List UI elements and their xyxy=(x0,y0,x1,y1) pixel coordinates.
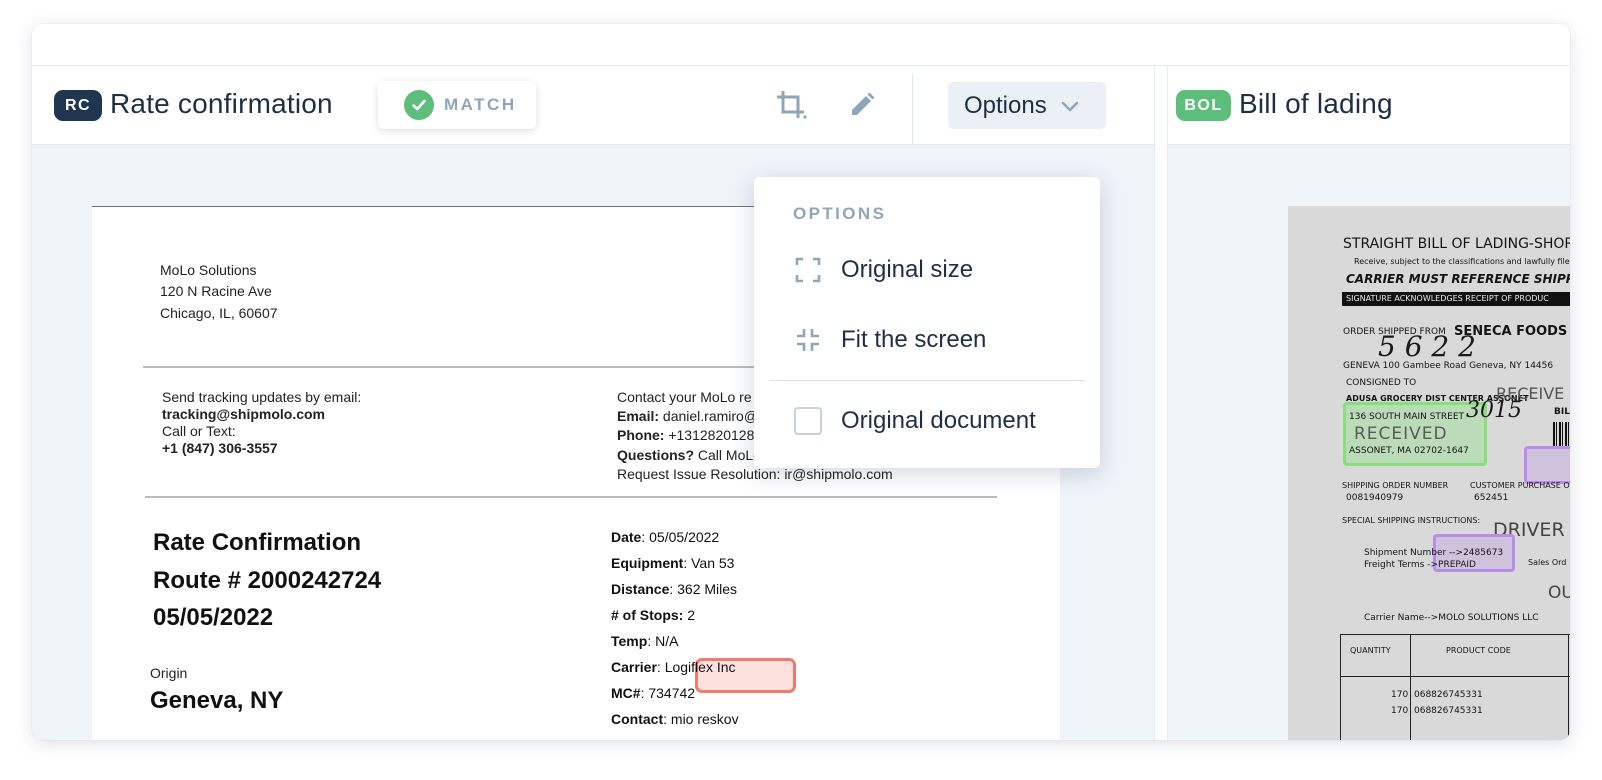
checkbox-wrap xyxy=(794,407,822,435)
table-column-line xyxy=(1568,634,1569,740)
contact-line: Contact your MoLo re xyxy=(617,389,752,405)
field-mc: MC#: 734742 xyxy=(611,685,696,701)
rc-badge: RC xyxy=(54,90,102,121)
bol-cpo: 652451 xyxy=(1474,493,1509,503)
field-stops: # of Stops: 2 xyxy=(611,607,696,623)
tracking-email: tracking@shipmolo.com xyxy=(162,406,326,422)
chevron-down-icon xyxy=(1061,101,1078,111)
table-header: QUANTITY xyxy=(1350,646,1391,655)
document-compare-card: RC Rate confirmation MATCH Options MoLo … xyxy=(32,24,1570,740)
pane-title: Bill of lading xyxy=(1239,88,1393,119)
bill-of-lading-header: BOL Bill of lading xyxy=(1168,66,1570,145)
tracking-phone: +1 (847) 306-3557 xyxy=(162,440,278,456)
field-equipment: Equipment: Van 53 xyxy=(611,555,735,571)
doc-heading: Rate Confirmation xyxy=(153,529,362,556)
pane-title: Rate confirmation xyxy=(110,88,333,119)
origin-value: Geneva, NY xyxy=(150,687,284,714)
field-temp: Temp: N/A xyxy=(611,633,679,649)
contact-resolution: Request Issue Resolution: ir@shipmolo.co… xyxy=(617,466,893,482)
checkbox-label: Original document xyxy=(841,407,1036,434)
dropdown-heading: OPTIONS xyxy=(793,204,887,223)
table-column-line xyxy=(1410,634,1411,740)
field-distance: Distance: 362 Miles xyxy=(611,581,738,597)
bol-subtitle: Receive, subject to the classifications … xyxy=(1354,257,1570,266)
dropdown-separator xyxy=(769,380,1085,381)
bol-badge: BOL xyxy=(1176,90,1231,121)
menu-item-label: Fit the screen xyxy=(841,326,987,353)
menu-item-fit-screen[interactable]: Fit the screen xyxy=(769,313,1085,367)
bol-received-stamp: RECEIVED xyxy=(1354,424,1448,444)
match-button[interactable]: MATCH xyxy=(378,81,536,129)
table-cell: 170 xyxy=(1391,690,1409,700)
rate-confirmation-header: RC Rate confirmation MATCH Options xyxy=(32,66,1154,145)
bol-city: ASSONET, MA 02702-1647 xyxy=(1349,446,1469,456)
company-line: Chicago, IL, 60607 xyxy=(160,305,278,321)
bol-consigned-to: CONSIGNED TO xyxy=(1346,378,1417,388)
tracking-line: Call or Text: xyxy=(162,423,236,439)
handwriting: 5 6 2 2 xyxy=(1378,330,1476,363)
bol-freight-terms: Freight Terms ->PREPAID xyxy=(1364,560,1476,570)
options-dropdown-button[interactable]: Options xyxy=(948,82,1106,129)
table-cell: 068826745331 xyxy=(1414,690,1483,700)
bol-sales: Sales Ord xyxy=(1528,558,1567,567)
bol-signature-bar: SIGNATURE ACKNOWLEDGES RECEIPT OF PRODUC xyxy=(1342,292,1570,306)
menu-item-original-size[interactable]: Original size xyxy=(769,243,1085,297)
company-line: 120 N Racine Ave xyxy=(160,283,272,299)
options-label: Options xyxy=(964,91,1047,119)
menu-item-label: Original size xyxy=(841,256,974,283)
compress-icon xyxy=(794,326,822,354)
pane-divider[interactable] xyxy=(1154,66,1168,740)
bol-shipment-number: Shipment Number -->2485673 xyxy=(1364,548,1504,558)
reference-match-highlight[interactable] xyxy=(1524,446,1570,484)
table-header: PRODUCT CODE xyxy=(1446,646,1511,655)
bol-title: STRAIGHT BILL OF LADING-SHORT xyxy=(1343,236,1570,252)
crop-icon[interactable] xyxy=(774,88,808,122)
field-carrier: Carrier: Logiflex Inc xyxy=(611,659,736,675)
bol-carrier-ref: CARRIER MUST REFERENCE SHIPPE xyxy=(1346,272,1570,286)
tracking-line: Send tracking updates by email: xyxy=(162,389,362,405)
contact-email: Email: daniel.ramiro@ xyxy=(617,408,759,424)
doc-heading: 05/05/2022 xyxy=(153,604,274,631)
table-cell: 068826745331 xyxy=(1414,706,1483,716)
table-row-line xyxy=(1340,676,1570,677)
bol-special: SPECIAL SHIPPING INSTRUCTIONS: xyxy=(1342,516,1481,525)
options-dropdown-menu: OPTIONS Original size Fit the screen Ori… xyxy=(754,177,1100,468)
doc-heading: Route # 2000242724 xyxy=(153,567,382,594)
rate-confirmation-pane: RC Rate confirmation MATCH Options MoLo … xyxy=(32,66,1154,740)
divider-line xyxy=(145,496,997,498)
bol-cpo-label: CUSTOMER PURCHASE OR xyxy=(1470,481,1570,490)
bol-bill: BILL xyxy=(1554,407,1570,417)
bol-street: 136 SOUTH MAIN STREET xyxy=(1349,412,1465,422)
bol-order-no-label: SHIPPING ORDER NUMBER xyxy=(1342,481,1449,490)
company-line: MoLo Solutions xyxy=(160,262,257,278)
field-contact: Contact: mio reskov xyxy=(611,711,739,727)
pencil-icon[interactable] xyxy=(845,88,879,122)
original-document-toggle[interactable]: Original document xyxy=(769,394,1085,448)
bol-order-no: 0081940979 xyxy=(1346,493,1404,503)
toolbar-separator xyxy=(912,74,913,144)
expand-icon xyxy=(794,256,822,284)
original-document-checkbox[interactable] xyxy=(794,407,822,435)
match-label: MATCH xyxy=(444,95,517,114)
field-date: Date: 05/05/2022 xyxy=(611,529,720,545)
bol-carrier-name: Carrier Name-->MOLO SOLUTIONS LLC xyxy=(1364,613,1539,623)
origin-label: Origin xyxy=(150,665,188,681)
bol-out: OUT xyxy=(1548,583,1570,603)
handwriting: 3015 xyxy=(1466,398,1522,423)
check-icon xyxy=(404,90,434,120)
bol-shipper-address: GENEVA 100 Gambee Road Geneva, NY 14456 xyxy=(1343,361,1554,371)
bill-of-lading-scan: STRAIGHT BILL OF LADING-SHORT Receive, s… xyxy=(1288,206,1570,740)
barcode-graphic xyxy=(1553,422,1570,448)
bill-of-lading-pane: BOL Bill of lading STRAIGHT BILL OF LADI… xyxy=(1168,66,1570,740)
top-strip xyxy=(32,24,1570,66)
table-cell: 170 xyxy=(1391,706,1409,716)
